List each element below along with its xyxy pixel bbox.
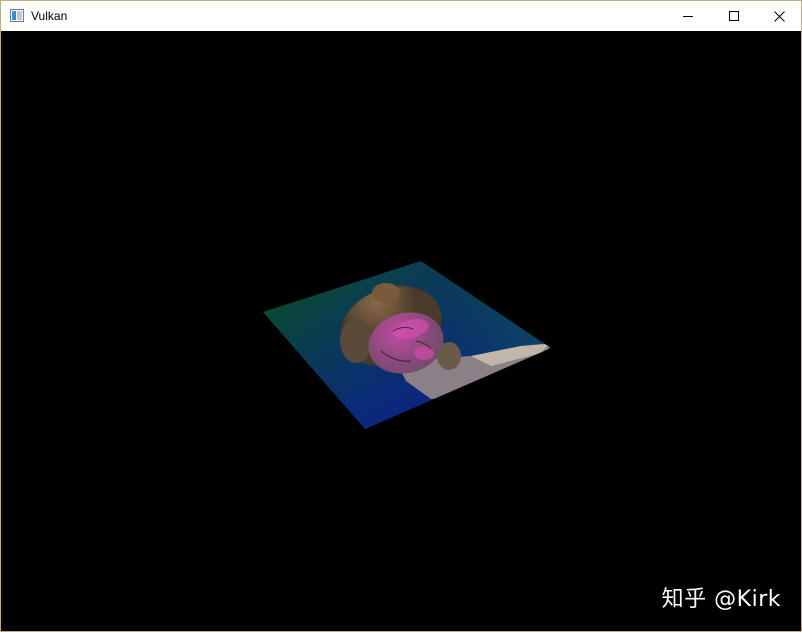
title-bar[interactable]: Vulkan: [1, 1, 801, 31]
minimize-button[interactable]: [665, 1, 711, 31]
app-window: Vulkan 知乎 @Kirk: [0, 0, 802, 632]
window-app-icon: [10, 9, 24, 22]
close-icon: [773, 10, 785, 22]
textured-quad: [263, 261, 551, 429]
window-title: Vulkan: [31, 9, 68, 23]
maximize-icon: [729, 11, 739, 21]
minimize-icon: [683, 16, 693, 17]
close-button[interactable]: [756, 1, 802, 31]
render-viewport[interactable]: 知乎 @Kirk: [1, 31, 801, 631]
maximize-button[interactable]: [711, 1, 757, 31]
watermark-text: 知乎 @Kirk: [661, 587, 781, 612]
rendered-scene: [263, 261, 551, 429]
